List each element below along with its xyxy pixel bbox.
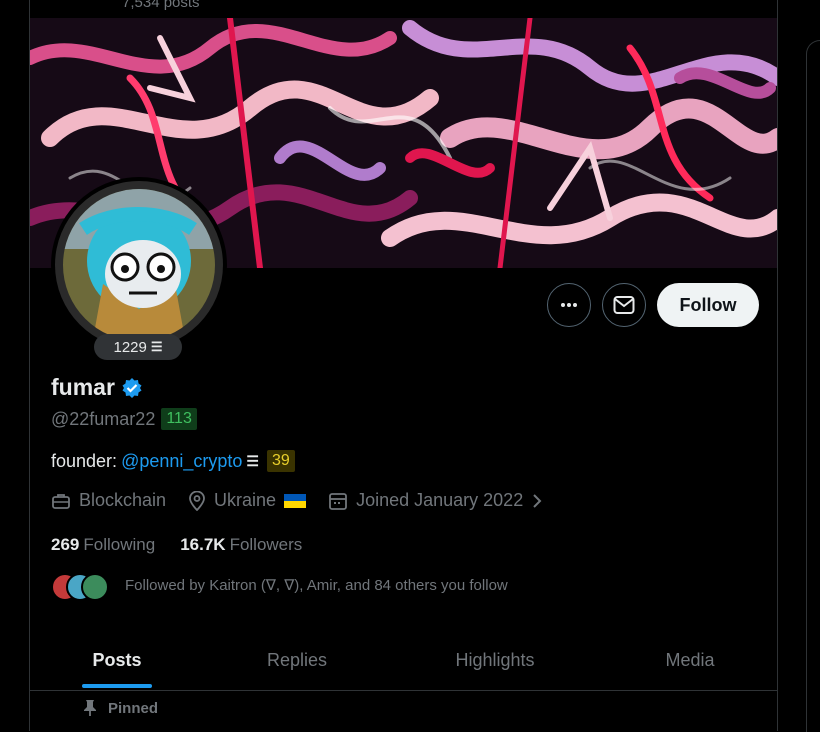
followers-label: Followers xyxy=(229,535,303,554)
bio: founder: @penni_crypto ☰ 39 xyxy=(51,450,295,472)
bio-score-badge[interactable]: 39 xyxy=(266,450,295,472)
tab-posts[interactable]: Posts xyxy=(50,630,184,690)
rank-value: 1229 xyxy=(113,338,147,356)
pinned-indicator: Pinned xyxy=(82,699,158,717)
profile-column: 7,534 posts 1229 ☰ Follow fumar @22fumar… xyxy=(29,0,778,731)
following-label: Following xyxy=(83,535,156,554)
bio-mention-link[interactable]: @penni_crypto xyxy=(121,451,242,472)
tab-label: Media xyxy=(665,649,715,670)
rank-glyph-icon: ☰ xyxy=(150,339,163,354)
more-options-button[interactable] xyxy=(547,283,591,327)
location-label: Ukraine xyxy=(214,490,277,510)
rank-badge[interactable]: 1229 ☰ xyxy=(94,334,182,360)
following-link[interactable]: 269 Following xyxy=(51,535,155,555)
active-tab-indicator xyxy=(82,684,152,688)
envelope-icon xyxy=(613,296,635,314)
location-item: Ukraine xyxy=(188,490,307,511)
followers-link[interactable]: 16.7K Followers xyxy=(180,535,302,555)
avatar-image xyxy=(63,189,215,341)
calendar-icon xyxy=(329,492,347,510)
profile-tabs: Posts Replies Highlights Media xyxy=(30,630,777,691)
pin-icon xyxy=(84,700,96,716)
ellipsis-icon xyxy=(561,303,577,307)
bio-glyph-icon: ☰ xyxy=(246,452,259,469)
avatar[interactable] xyxy=(51,177,227,353)
display-name: fumar xyxy=(51,374,115,400)
profile-meta: Blockchain Ukraine Joined January 2022 xyxy=(51,490,565,511)
follow-button[interactable]: Follow xyxy=(657,283,759,327)
verified-badge-icon[interactable] xyxy=(121,377,143,399)
category-label: Blockchain xyxy=(79,490,167,510)
following-count: 269 xyxy=(51,535,80,554)
handle-row: @22fumar22 113 xyxy=(51,408,197,430)
right-panel-edge xyxy=(806,40,820,732)
display-name-row: fumar xyxy=(51,374,143,401)
tab-media[interactable]: Media xyxy=(630,630,750,690)
message-button[interactable] xyxy=(602,283,646,327)
follow-counts: 269 Following 16.7K Followers xyxy=(51,535,302,555)
location-pin-icon xyxy=(189,490,205,511)
category-item: Blockchain xyxy=(51,490,166,511)
ukraine-flag-icon xyxy=(284,493,307,508)
chevron-right-icon xyxy=(533,493,542,508)
followed-by-text: Followed by Kaitron (∇, ∇), Amir, and 84… xyxy=(125,577,508,594)
briefcase-icon xyxy=(52,493,70,509)
tab-label: Highlights xyxy=(455,649,535,670)
tab-highlights[interactable]: Highlights xyxy=(420,630,570,690)
joined-label: Joined January 2022 xyxy=(356,490,524,510)
tab-replies[interactable]: Replies xyxy=(230,630,364,690)
pinned-label: Pinned xyxy=(108,699,159,717)
bio-prefix: founder: xyxy=(51,450,118,471)
tab-label: Posts xyxy=(92,649,142,670)
follower-avatars xyxy=(51,571,111,601)
followed-by-row[interactable]: Followed by Kaitron (∇, ∇), Amir, and 84… xyxy=(51,571,508,601)
post-count: 7,534 posts xyxy=(122,0,200,11)
joined-item[interactable]: Joined January 2022 xyxy=(328,490,543,511)
follower-avatar xyxy=(81,573,109,601)
handle-score-badge[interactable]: 113 xyxy=(161,408,197,430)
followers-count: 16.7K xyxy=(180,535,226,554)
tab-label: Replies xyxy=(266,649,328,670)
handle: @22fumar22 xyxy=(51,408,156,429)
